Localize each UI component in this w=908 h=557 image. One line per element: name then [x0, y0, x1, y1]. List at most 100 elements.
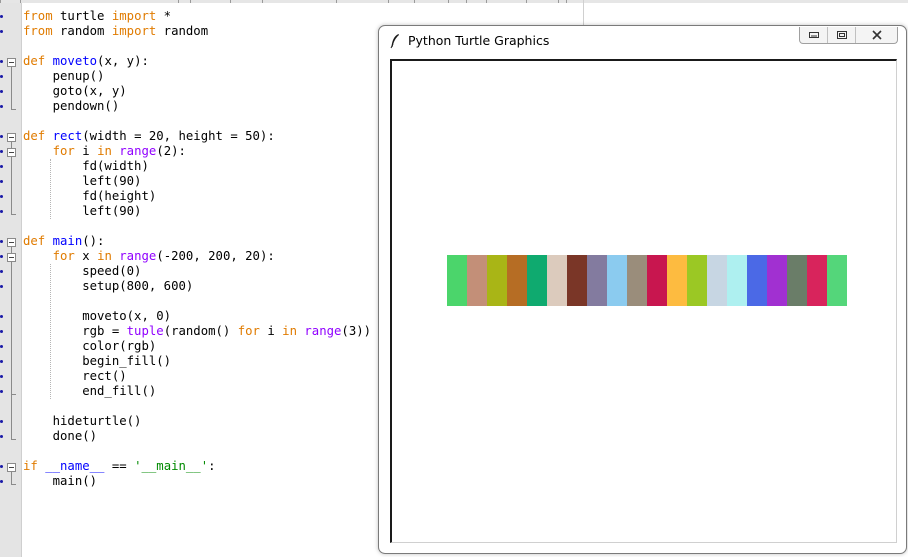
code-token: from [23, 9, 53, 23]
close-button[interactable] [856, 27, 897, 43]
code-token: for [52, 144, 75, 158]
code-token: * [156, 9, 172, 23]
code-token: def [23, 54, 46, 68]
code-token: if [23, 459, 38, 473]
code-token: __name__ [45, 459, 105, 473]
window-title: Python Turtle Graphics [408, 33, 550, 48]
fold-toggle[interactable] [7, 58, 16, 67]
editor-gutter [0, 3, 22, 557]
code-line: done() [23, 429, 97, 444]
code-token: moveto(x, 0) [23, 309, 172, 323]
tab-separator [336, 0, 337, 3]
color-stripe [807, 255, 827, 306]
line-marker [0, 195, 3, 198]
tab-separator [230, 0, 231, 3]
line-marker [0, 210, 3, 213]
indent-guide [50, 264, 51, 399]
code-token: range [304, 324, 342, 338]
turtle-graphics-window[interactable]: Python Turtle Graphics [378, 25, 907, 554]
code-token: (2): [156, 144, 186, 158]
code-token: turtle [52, 9, 112, 23]
color-stripe [567, 255, 587, 306]
color-stripe [487, 255, 507, 306]
code-line: def rect(width = 20, height = 50): [23, 129, 275, 144]
fold-guide [11, 157, 12, 214]
code-line: for x in range(-200, 200, 20): [23, 249, 275, 264]
code-token: speed(0) [23, 264, 142, 278]
color-stripe [607, 255, 627, 306]
code-token: fd(width) [23, 159, 149, 173]
fold-end [11, 439, 16, 440]
tab-separator [486, 0, 487, 3]
code-token: for [237, 324, 260, 338]
fold-toggle[interactable] [7, 238, 16, 247]
fold-toggle[interactable] [7, 148, 16, 157]
line-marker [0, 480, 3, 483]
code-line: end_fill() [23, 384, 156, 399]
code-token: (-200, 200, 20): [156, 249, 275, 263]
code-token: left(90) [23, 204, 142, 218]
line-marker [0, 345, 3, 348]
code-token: fd(height) [23, 189, 157, 203]
code-token: done() [23, 429, 98, 443]
minimize-button[interactable] [800, 27, 829, 43]
code-token: main() [23, 474, 98, 488]
fold-guide [11, 67, 12, 109]
code-line: def moveto(x, y): [23, 54, 149, 69]
code-line: fd(height) [23, 189, 156, 204]
tab-separator [526, 0, 527, 3]
fold-end [11, 109, 16, 110]
code-token: moveto [52, 54, 98, 68]
fold-end [11, 394, 16, 395]
line-marker [0, 360, 3, 363]
code-line: penup() [23, 69, 105, 84]
code-token: tuple [126, 324, 164, 338]
editor-tab-strip [0, 0, 908, 3]
code-line: def main(): [23, 234, 104, 249]
tab-separator [448, 0, 449, 3]
code-token: in [282, 324, 297, 338]
code-token: (random() [163, 324, 238, 338]
maximize-button[interactable] [828, 27, 857, 43]
code-line: color(rgb) [23, 339, 156, 354]
line-marker [0, 165, 3, 168]
code-token: (): [82, 234, 105, 248]
line-marker [0, 150, 3, 153]
fold-guide [11, 262, 12, 394]
fold-toggle[interactable] [7, 253, 16, 262]
code-token: from [23, 24, 53, 38]
code-token: begin_fill() [23, 354, 172, 368]
code-token: setup(800, 600) [23, 279, 194, 293]
tab-separator [178, 0, 179, 3]
color-stripe [447, 255, 467, 306]
line-marker [0, 375, 3, 378]
fold-toggle[interactable] [7, 463, 16, 472]
turtle-canvas[interactable] [392, 61, 896, 542]
feather-icon [390, 34, 399, 49]
code-token: hideturtle() [23, 414, 142, 428]
code-line: setup(800, 600) [23, 279, 193, 294]
tab-separator [566, 0, 567, 3]
code-line: hideturtle() [23, 414, 142, 429]
fold-toggle[interactable] [7, 133, 16, 142]
code-line: fd(width) [23, 159, 149, 174]
line-marker [0, 135, 3, 138]
code-line: pendown() [23, 99, 120, 114]
color-stripe [727, 255, 747, 306]
code-token: == [104, 459, 135, 473]
code-token: in [97, 249, 112, 263]
line-marker [0, 285, 3, 288]
window-titlebar[interactable]: Python Turtle Graphics [379, 26, 906, 55]
code-token: import [111, 9, 157, 23]
line-marker [0, 435, 3, 438]
editor-divider [583, 0, 584, 26]
fold-guide [11, 472, 12, 484]
minimize-icon [808, 32, 819, 38]
color-stripe [747, 255, 767, 306]
color-stripe [707, 255, 727, 306]
code-token: import [111, 24, 157, 38]
